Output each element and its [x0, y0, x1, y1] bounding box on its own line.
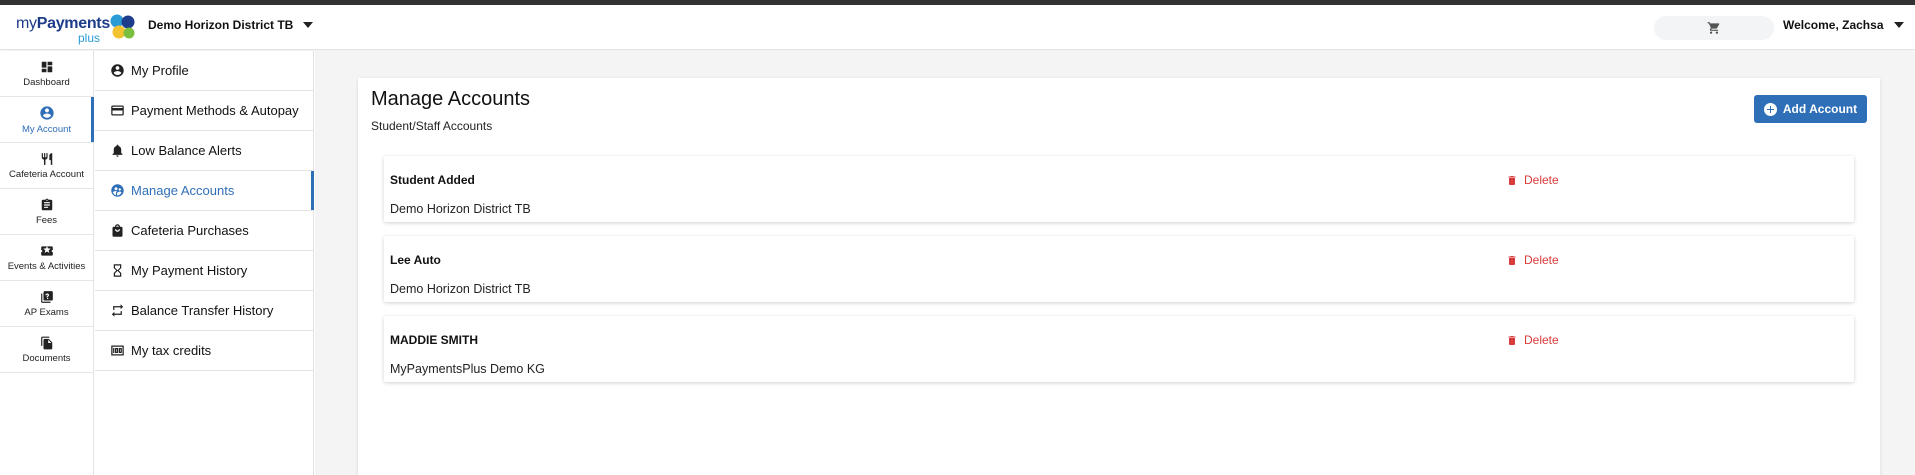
- add-account-label: Add Account: [1782, 102, 1858, 116]
- rail-item-label: Fees: [35, 214, 58, 226]
- delete-label: Delete: [1524, 333, 1559, 347]
- profile-circle-icon: [111, 64, 124, 77]
- subnav-item-label: My Payment History: [131, 263, 248, 278]
- rail-item-cafeteria-account[interactable]: Cafeteria Account: [0, 143, 93, 189]
- subnav-item-manage-accounts[interactable]: Manage Accounts: [95, 171, 314, 211]
- account-district: Demo Horizon District TB: [390, 202, 531, 216]
- rail-item-label: Events & Activities: [7, 260, 86, 272]
- manage-accounts-icon: [111, 184, 124, 197]
- rail-item-documents[interactable]: Documents: [0, 327, 93, 373]
- account-row: Student Added Demo Horizon District TB D…: [384, 156, 1854, 222]
- mypaymentsplus-logo[interactable]: myPayments plus: [16, 12, 138, 45]
- rail-item-dashboard[interactable]: Dashboard: [0, 51, 93, 97]
- trash-icon: [1508, 175, 1516, 185]
- main-nav-rail: Dashboard My Account Cafeteria Account F…: [0, 51, 94, 475]
- subnav-item-cafeteria-purchases[interactable]: Cafeteria Purchases: [95, 211, 313, 251]
- subnav-item-label: Payment Methods & Autopay: [131, 103, 299, 118]
- subnav-item-label: My Profile: [131, 63, 189, 78]
- rail-item-label: Documents: [22, 352, 71, 364]
- account-district: MyPaymentsPlus Demo KG: [390, 362, 545, 376]
- fork-knife-icon: [41, 152, 52, 165]
- subnav-item-label: My tax credits: [131, 343, 212, 358]
- account-name: Lee Auto: [390, 253, 441, 267]
- credit-card-icon: [111, 105, 124, 116]
- subnav-item-label: Cafeteria Purchases: [131, 223, 249, 238]
- main-content: Manage Accounts Student/Staff Accounts A…: [315, 51, 1915, 475]
- logo-plus: plus: [78, 31, 101, 45]
- account-row: MADDIE SMITH MyPaymentsPlus Demo KG Dele…: [384, 316, 1854, 382]
- account-name: Student Added: [390, 173, 475, 187]
- subnav-item-low-balance-alerts[interactable]: Low Balance Alerts: [95, 131, 313, 171]
- rail-item-fees[interactable]: Fees: [0, 189, 93, 235]
- rail-item-label: AP Exams: [24, 306, 69, 318]
- subnav-item-balance-transfer-history[interactable]: Balance Transfer History: [95, 291, 313, 331]
- ticket-icon: [40, 245, 53, 256]
- bell-icon: [112, 144, 123, 157]
- user-menu[interactable]: Welcome, Zachsa: [1783, 18, 1904, 32]
- delete-label: Delete: [1524, 253, 1559, 267]
- account-circle-icon: [39, 105, 54, 120]
- rail-item-ap-exams[interactable]: AP Exams: [0, 281, 93, 327]
- quiz-icon: [40, 290, 53, 303]
- add-circle-icon: [1763, 102, 1777, 116]
- rail-item-events-activities[interactable]: Events & Activities: [0, 235, 93, 281]
- shopping-bag-icon: [112, 224, 123, 237]
- district-name: Demo Horizon District TB: [148, 18, 294, 32]
- clipboard-icon: [41, 198, 52, 210]
- delete-label: Delete: [1524, 173, 1559, 187]
- trash-icon: [1508, 255, 1516, 265]
- cart-button[interactable]: [1654, 16, 1774, 40]
- shopping-cart-icon: [1707, 22, 1720, 34]
- app-header: myPayments plus Demo Horizon District TB…: [0, 5, 1915, 50]
- subnav-item-tax-credits[interactable]: My tax credits: [95, 331, 313, 371]
- account-district: Demo Horizon District TB: [390, 282, 531, 296]
- rail-item-label: Cafeteria Account: [9, 168, 84, 180]
- delete-account-button[interactable]: Delete: [1506, 173, 1559, 187]
- caret-down-icon: [1893, 22, 1904, 28]
- account-subnav: My Profile Payment Methods & Autopay Low…: [95, 51, 314, 475]
- subnav-item-label: Low Balance Alerts: [131, 143, 242, 158]
- subnav-item-label: Balance Transfer History: [131, 303, 274, 318]
- transfer-arrows-icon: [111, 304, 124, 317]
- logo-mark-icon: [110, 14, 135, 39]
- page-title: Manage Accounts: [371, 88, 530, 110]
- subnav-item-payment-history[interactable]: My Payment History: [95, 251, 313, 291]
- welcome-text: Welcome, Zachsa: [1783, 18, 1884, 32]
- subnav-item-label: Manage Accounts: [131, 183, 235, 198]
- page-subtitle: Student/Staff Accounts: [371, 119, 493, 133]
- hourglass-icon: [113, 264, 122, 277]
- caret-down-icon: [303, 22, 314, 28]
- dashboard-icon: [41, 61, 52, 72]
- rail-item-label: My Account: [21, 123, 72, 135]
- add-account-button[interactable]: Add Account: [1754, 95, 1867, 123]
- delete-account-button[interactable]: Delete: [1506, 333, 1559, 347]
- manage-accounts-card: Manage Accounts Student/Staff Accounts A…: [358, 78, 1880, 475]
- rail-item-label: Dashboard: [23, 76, 70, 88]
- subnav-item-payment-methods[interactable]: Payment Methods & Autopay: [95, 91, 313, 131]
- documents-icon: [40, 336, 52, 349]
- account-name: MADDIE SMITH: [390, 333, 478, 347]
- money-icon: [111, 345, 124, 356]
- delete-account-button[interactable]: Delete: [1506, 253, 1559, 267]
- account-row: Lee Auto Demo Horizon District TB Delete: [384, 236, 1854, 302]
- trash-icon: [1508, 335, 1516, 345]
- rail-item-my-account[interactable]: My Account: [0, 97, 94, 143]
- district-selector[interactable]: Demo Horizon District TB: [148, 18, 314, 32]
- subnav-item-my-profile[interactable]: My Profile: [95, 51, 313, 91]
